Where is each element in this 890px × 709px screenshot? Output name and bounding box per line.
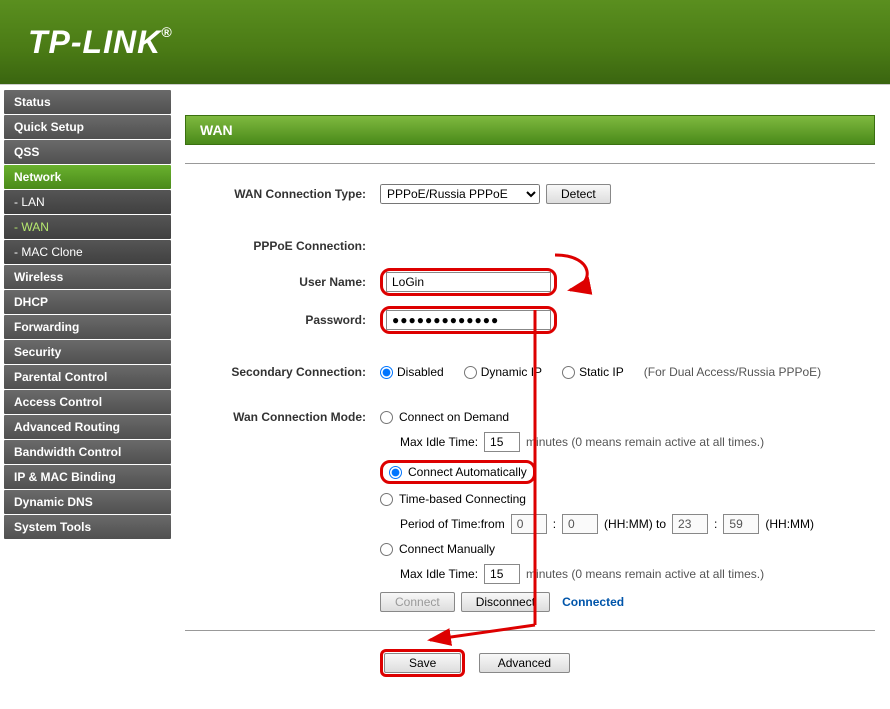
connect-button[interactable]: Connect <box>380 592 455 612</box>
hhmm2: (HH:MM) <box>765 517 814 531</box>
sidebar-item-status[interactable]: Status <box>4 90 171 114</box>
sidebar-item-dhcp[interactable]: DHCP <box>4 290 171 314</box>
max-idle2-input[interactable] <box>484 564 520 584</box>
mode-auto-radio[interactable] <box>389 466 402 479</box>
mode-manual-radio[interactable] <box>380 543 393 556</box>
disconnect-button[interactable]: Disconnect <box>461 592 550 612</box>
sidebar-item-lan[interactable]: - LAN <box>4 190 171 214</box>
save-button[interactable]: Save <box>384 653 461 673</box>
period-to-h[interactable] <box>672 514 708 534</box>
period-to-m[interactable] <box>723 514 759 534</box>
period-label: Period of Time:from <box>400 517 505 531</box>
period-from-m[interactable] <box>562 514 598 534</box>
mode-time-radio[interactable] <box>380 493 393 506</box>
sidebar-item-bandwidth-control[interactable]: Bandwidth Control <box>4 440 171 464</box>
detect-button[interactable]: Detect <box>546 184 611 204</box>
brand-logo: TP-LINK® <box>28 24 173 61</box>
secondary-dynamic-text: Dynamic IP <box>481 365 542 379</box>
mode-label: Wan Connection Mode: <box>185 410 380 424</box>
sidebar-item-access-control[interactable]: Access Control <box>4 390 171 414</box>
max-idle2-label: Max Idle Time: <box>400 567 478 581</box>
sidebar-item-wan[interactable]: - WAN <box>4 215 171 239</box>
sidebar-item-advanced-routing[interactable]: Advanced Routing <box>4 415 171 439</box>
sidebar-item-forwarding[interactable]: Forwarding <box>4 315 171 339</box>
sidebar-item-parental-control[interactable]: Parental Control <box>4 365 171 389</box>
max-idle-label: Max Idle Time: <box>400 435 478 449</box>
pppoe-conn-label: PPPoE Connection: <box>185 239 380 253</box>
sidebar-item-dynamic-dns[interactable]: Dynamic DNS <box>4 490 171 514</box>
username-input[interactable] <box>386 272 551 292</box>
max-idle-note: minutes (0 means remain active at all ti… <box>526 435 764 449</box>
sidebar: Status Quick Setup QSS Network - LAN - W… <box>0 85 175 697</box>
sidebar-item-quick-setup[interactable]: Quick Setup <box>4 115 171 139</box>
sidebar-item-mac-clone[interactable]: - MAC Clone <box>4 240 171 264</box>
username-label: User Name: <box>185 275 380 289</box>
secondary-label: Secondary Connection: <box>185 365 380 379</box>
sidebar-item-wireless[interactable]: Wireless <box>4 265 171 289</box>
password-input[interactable] <box>386 310 551 330</box>
header-banner: TP-LINK® <box>0 0 890 85</box>
secondary-note: (For Dual Access/Russia PPPoE) <box>644 365 821 379</box>
sidebar-item-ip-mac-binding[interactable]: IP & MAC Binding <box>4 465 171 489</box>
secondary-static-radio[interactable] <box>562 366 575 379</box>
mode-on-demand-text: Connect on Demand <box>399 410 509 424</box>
secondary-disabled-text: Disabled <box>397 365 444 379</box>
period-from-h[interactable] <box>511 514 547 534</box>
secondary-static-text: Static IP <box>579 365 624 379</box>
mode-time-text: Time-based Connecting <box>399 492 526 506</box>
divider <box>185 163 875 164</box>
secondary-disabled-radio[interactable] <box>380 366 393 379</box>
conn-type-label: WAN Connection Type: <box>185 187 380 201</box>
hhmm-to: (HH:MM) to <box>604 517 666 531</box>
mode-manual-text: Connect Manually <box>399 542 495 556</box>
content-area: WAN WAN Connection Type: PPPoE/Russia PP… <box>175 85 890 697</box>
password-label: Password: <box>185 313 380 327</box>
secondary-dynamic-radio[interactable] <box>464 366 477 379</box>
sidebar-item-security[interactable]: Security <box>4 340 171 364</box>
max-idle-input[interactable] <box>484 432 520 452</box>
sidebar-item-system-tools[interactable]: System Tools <box>4 515 171 539</box>
divider-bottom <box>185 630 875 631</box>
sidebar-item-network[interactable]: Network <box>4 165 171 189</box>
advanced-button[interactable]: Advanced <box>479 653 570 673</box>
mode-auto-text: Connect Automatically <box>408 465 527 479</box>
max-idle2-note: minutes (0 means remain active at all ti… <box>526 567 764 581</box>
connection-status: Connected <box>562 595 624 609</box>
conn-type-select[interactable]: PPPoE/Russia PPPoE <box>380 184 540 204</box>
page-title: WAN <box>185 115 875 145</box>
mode-on-demand-radio[interactable] <box>380 411 393 424</box>
sidebar-item-qss[interactable]: QSS <box>4 140 171 164</box>
